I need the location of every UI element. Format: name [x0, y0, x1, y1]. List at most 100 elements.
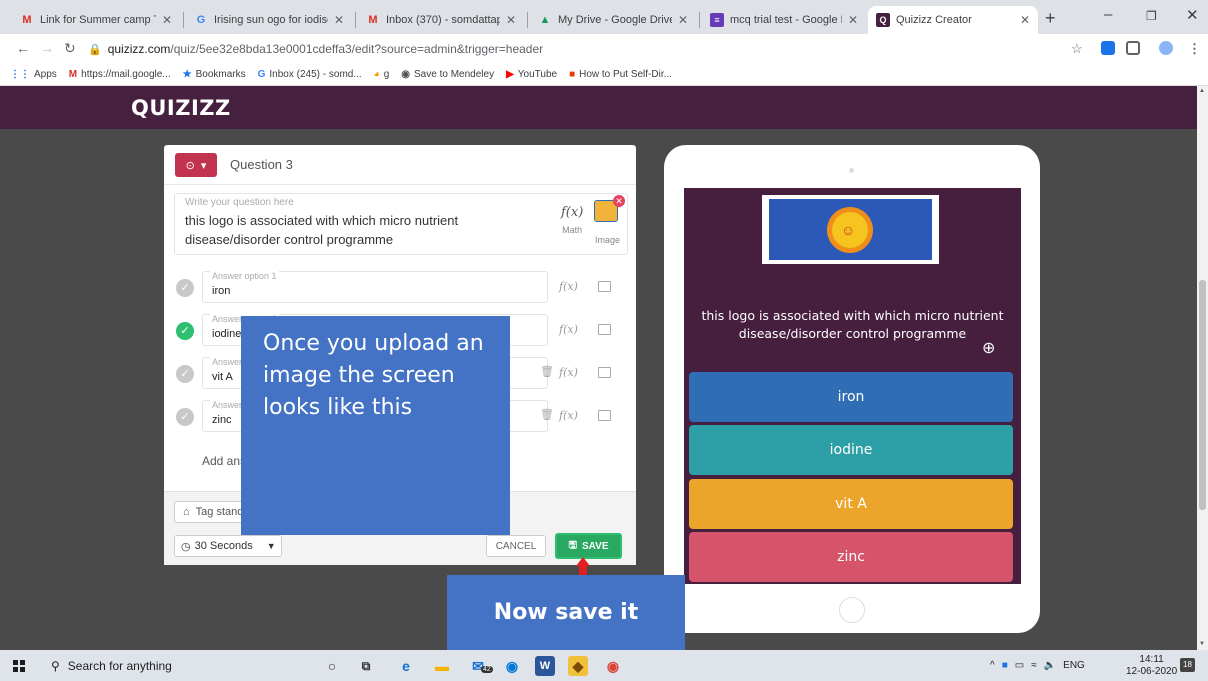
image-icon[interactable]: [598, 367, 611, 378]
bookmark-label: g: [383, 69, 390, 80]
close-tab-icon[interactable]: ✕: [506, 13, 516, 27]
question-input[interactable]: Write your question here this logo is as…: [174, 193, 628, 255]
question-text[interactable]: this logo is associated with which micro…: [185, 211, 545, 249]
time-limit-select[interactable]: ◷ 30 Seconds ▼: [174, 535, 282, 557]
restore-icon[interactable]: ❐: [1146, 9, 1157, 23]
scroll-up-icon[interactable]: ▲: [1199, 88, 1205, 94]
bookmark-label: How to Put Self-Dir...: [579, 69, 672, 80]
office-icon: ■: [569, 69, 576, 80]
cancel-button[interactable]: CANCEL: [486, 535, 546, 557]
close-tab-icon[interactable]: ✕: [848, 13, 858, 27]
bookmark-item[interactable]: ■ How to Put Self-Dir...: [569, 69, 672, 80]
browser-tab-active[interactable]: Q Quizizz Creator ✕: [868, 6, 1038, 34]
bookmark-item[interactable]: ◕ g: [374, 69, 390, 80]
target-icon: ⊙: [185, 159, 195, 172]
preview-option[interactable]: zinc: [689, 532, 1013, 582]
scroll-down-icon[interactable]: ▼: [1199, 641, 1205, 647]
close-tab-icon[interactable]: ✕: [1020, 13, 1030, 27]
function-icon[interactable]: f(x): [559, 366, 578, 379]
edge-icon[interactable]: e: [396, 656, 416, 676]
taskbar-clock[interactable]: 14:11 12-06-2020: [1126, 654, 1177, 678]
volume-icon[interactable]: 🔈: [1044, 660, 1056, 671]
save-button[interactable]: 🖫 SAVE: [555, 533, 622, 559]
lock-icon: 🔒: [88, 43, 102, 56]
trash-icon[interactable]: 🗑: [540, 365, 554, 378]
bookmarks-bar: ⋮⋮ Apps Mhttps://mail.google... ★ Bookmark…: [0, 64, 1208, 86]
bookmark-star-icon[interactable]: ☆: [1071, 41, 1083, 57]
mark-correct-check-icon[interactable]: ✓: [176, 322, 194, 340]
browser-tab[interactable]: ≡ mcq trial test - Google Form ✕: [702, 6, 866, 34]
meet-icon[interactable]: ■: [1002, 660, 1008, 671]
app-icon[interactable]: ◉: [502, 656, 522, 676]
trash-icon[interactable]: 🗑: [540, 408, 554, 421]
answer-label: Answer option 1: [210, 271, 279, 281]
close-tab-icon[interactable]: ✕: [678, 13, 688, 27]
browser-tab[interactable]: M Inbox (370) - somdattap@gm ✕: [358, 6, 524, 34]
preview-option[interactable]: iron: [689, 372, 1013, 422]
search-icon: ⚲: [51, 658, 60, 673]
bookmark-item[interactable]: G Inbox (245) - somd...: [258, 69, 362, 80]
bookmark-item[interactable]: ◉ Save to Mendeley: [401, 69, 494, 80]
task-view-icon[interactable]: ⧉: [356, 656, 376, 676]
bookmark-item[interactable]: ⋮⋮ Apps: [10, 69, 57, 80]
scrollbar-thumb[interactable]: [1199, 280, 1206, 510]
image-icon[interactable]: [598, 281, 611, 292]
function-icon[interactable]: f(x): [559, 280, 578, 293]
tab-title: mcq trial test - Google Form: [730, 14, 842, 26]
function-icon[interactable]: f(x): [559, 409, 578, 422]
question-type-dropdown[interactable]: ⊙ ▾: [175, 153, 217, 177]
close-tab-icon[interactable]: ✕: [162, 13, 172, 27]
extension-icon[interactable]: [1126, 41, 1140, 58]
paint-icon[interactable]: ◆: [568, 656, 588, 676]
quizizz-logo[interactable]: QUIZIZZ: [131, 96, 231, 120]
bookmark-item[interactable]: Mhttps://mail.google...: [69, 69, 171, 80]
bookmark-item[interactable]: ★ Bookmarks: [183, 69, 246, 80]
profile-avatar[interactable]: [1159, 41, 1173, 58]
menu-dots-icon[interactable]: ⋮: [1188, 41, 1201, 57]
taskbar-search[interactable]: ⚲ Search for anything: [41, 650, 289, 681]
new-tab-button[interactable]: +: [1045, 8, 1056, 29]
browser-tab[interactable]: G Irising sun ogo for iodised sa ✕: [186, 6, 352, 34]
tag-icon: ⌂: [183, 506, 190, 518]
back-icon[interactable]: ←: [16, 40, 30, 56]
mark-correct-check-icon[interactable]: ✓: [176, 365, 194, 383]
close-window-icon[interactable]: ✕: [1186, 6, 1199, 24]
preview-option[interactable]: vit A: [689, 479, 1013, 529]
mark-correct-check-icon[interactable]: ✓: [176, 408, 194, 426]
file-explorer-icon[interactable]: ▬: [432, 656, 452, 676]
forward-icon[interactable]: →: [40, 40, 54, 56]
battery-icon[interactable]: ▭: [1015, 660, 1024, 671]
browser-tab[interactable]: ▲ My Drive - Google Drive ✕: [530, 6, 696, 34]
chevron-up-icon[interactable]: ^: [990, 660, 995, 671]
math-button[interactable]: f(x) Math: [561, 205, 583, 235]
chrome-icon[interactable]: ◉: [603, 656, 623, 676]
remove-image-icon[interactable]: ✕: [613, 195, 625, 207]
cortana-icon[interactable]: ○: [322, 656, 342, 676]
extension-icon[interactable]: [1101, 41, 1115, 58]
url-path: /quiz/5ee32e8bda13e0001cdeffa3/edit?sour…: [170, 42, 544, 56]
reload-icon[interactable]: ↻: [64, 40, 76, 57]
preview-option[interactable]: iodine: [689, 425, 1013, 475]
windows-start-icon[interactable]: [13, 660, 25, 672]
address-bar[interactable]: 🔒 quizizz.com /quiz/5ee32e8bda13e0001cde…: [88, 37, 1088, 61]
mark-correct-check-icon[interactable]: ✓: [176, 279, 194, 297]
language-indicator[interactable]: ENG: [1063, 660, 1085, 671]
function-icon[interactable]: f(x): [559, 323, 578, 336]
answer-value: zinc: [212, 414, 232, 426]
browser-tab[interactable]: M Link for Summer camp Tis Ec ✕: [12, 6, 180, 34]
close-tab-icon[interactable]: ✕: [334, 13, 344, 27]
image-icon[interactable]: [598, 410, 611, 421]
forms-icon: ≡: [710, 13, 724, 27]
bookmark-item[interactable]: ▶ YouTube: [506, 69, 557, 80]
zoom-in-icon[interactable]: ⊕: [982, 338, 995, 358]
gmail-icon: M: [368, 14, 378, 26]
minimize-icon[interactable]: –: [1104, 6, 1112, 23]
answer-input[interactable]: Answer option 1 iron: [202, 271, 548, 303]
bookmark-label: Inbox (245) - somd...: [269, 69, 362, 80]
word-icon[interactable]: W: [535, 656, 555, 676]
notifications-icon[interactable]: 18: [1180, 658, 1195, 672]
drive-icon: ▲: [539, 14, 551, 26]
network-icon[interactable]: ≈: [1031, 660, 1037, 671]
image-label: Image: [595, 235, 621, 245]
image-icon[interactable]: [598, 324, 611, 335]
